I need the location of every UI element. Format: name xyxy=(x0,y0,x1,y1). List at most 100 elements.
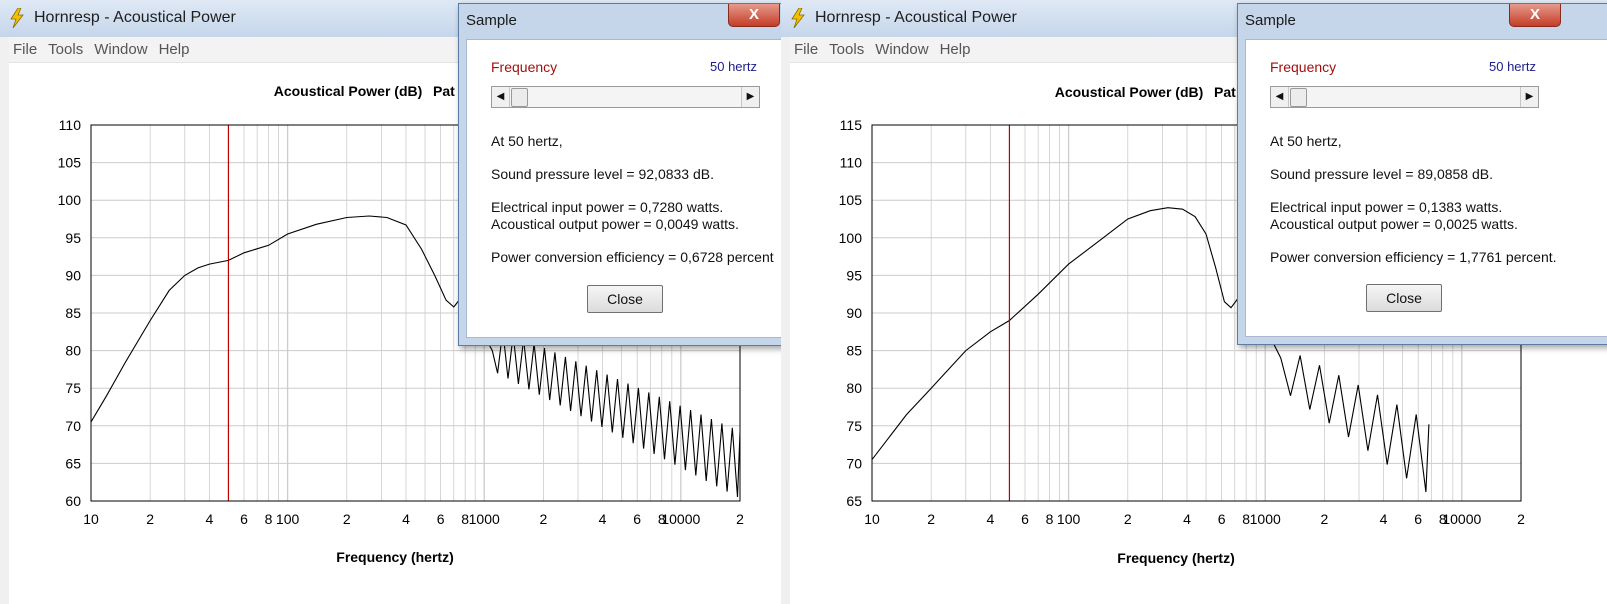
lightning-icon xyxy=(791,8,805,28)
frequency-slider[interactable]: ◀ ▶ xyxy=(491,86,760,108)
chart-title-cut: Pat xyxy=(433,83,455,99)
x-tick-label: 6 xyxy=(633,511,641,527)
x-tick-label: 4 xyxy=(1183,511,1191,527)
y-tick-label: 90 xyxy=(65,267,81,283)
x-tick-label: 2 xyxy=(539,511,547,527)
x-tick-label: 6 xyxy=(1218,511,1226,527)
x-tick-label: 2 xyxy=(343,511,351,527)
power-conversion-efficiency: Power conversion efficiency = 0,6728 per… xyxy=(491,249,774,265)
y-tick-label: 65 xyxy=(65,455,81,471)
chart-title-cut: Pat xyxy=(1214,84,1236,100)
x-tick-label: 100 xyxy=(276,511,300,527)
x-axis-label: Frequency (hertz) xyxy=(336,549,453,565)
y-tick-label: 75 xyxy=(65,380,81,396)
close-button[interactable]: Close xyxy=(1366,284,1442,312)
slider-thumb[interactable] xyxy=(1290,88,1307,107)
y-tick-label: 110 xyxy=(840,155,863,171)
y-tick-label: 60 xyxy=(65,493,81,509)
menu-help[interactable]: Help xyxy=(159,41,190,58)
dialog-title: Sample xyxy=(466,12,517,29)
x-tick-label: 2 xyxy=(927,511,935,527)
y-tick-label: 90 xyxy=(846,305,862,321)
y-tick-label: 105 xyxy=(839,192,863,208)
sample-dialog: Sample X Frequency 50 hertz ◀ ▶ At 50 he… xyxy=(458,3,781,346)
chart-title: Acoustical Power (dB) xyxy=(1055,84,1204,100)
result-heading: At 50 hertz, xyxy=(491,133,563,149)
arrow-right-icon[interactable]: ▶ xyxy=(741,87,759,107)
frequency-value: 50 hertz xyxy=(1489,59,1536,74)
x-tick-label: 10000 xyxy=(1442,511,1481,527)
menu-file[interactable]: File xyxy=(13,41,37,58)
electrical-input-power: Electrical input power = 0,1383 watts. xyxy=(1270,199,1503,215)
x-tick-label: 2 xyxy=(1517,511,1525,527)
x-tick-label: 2 xyxy=(146,511,154,527)
window-title: Hornresp - Acoustical Power xyxy=(815,9,1017,26)
electrical-input-power: Electrical input power = 0,7280 watts. xyxy=(491,199,724,215)
slider-thumb[interactable] xyxy=(511,88,528,107)
x-tick-label: 4 xyxy=(402,511,410,527)
x-tick-label: 4 xyxy=(599,511,607,527)
y-tick-label: 80 xyxy=(65,343,81,359)
dialog-body: Frequency 50 hertz ◀ ▶ At 50 hertz, Soun… xyxy=(1245,39,1607,337)
y-tick-label: 80 xyxy=(846,380,862,396)
x-tick-label: 4 xyxy=(205,511,213,527)
y-tick-label: 85 xyxy=(846,343,862,359)
x-tick-label: 1000 xyxy=(469,511,500,527)
power-conversion-efficiency: Power conversion efficiency = 1,7761 per… xyxy=(1270,249,1557,265)
hornresp-window-1: Hornresp - Acoustical Power File Tools Win… xyxy=(0,0,781,604)
y-tick-label: 70 xyxy=(65,418,81,434)
frequency-label: Frequency xyxy=(1270,59,1337,75)
x-tick-label: 4 xyxy=(1380,511,1388,527)
y-tick-label: 110 xyxy=(59,117,82,133)
x-tick-label: 6 xyxy=(1021,511,1029,527)
x-tick-label: 6 xyxy=(240,511,248,527)
hornresp-window-2: Hornresp - Acoustical Power File Tools Win… xyxy=(781,0,1607,604)
x-tick-label: 10000 xyxy=(661,511,700,527)
chart-title: Acoustical Power (dB) xyxy=(274,83,423,99)
x-tick-label: 4 xyxy=(986,511,994,527)
close-icon: X xyxy=(748,6,759,23)
arrow-right-icon[interactable]: ▶ xyxy=(1520,87,1538,107)
close-icon: X xyxy=(1529,6,1540,23)
menu-tools[interactable]: Tools xyxy=(829,41,864,58)
x-tick-label: 10 xyxy=(864,511,880,527)
y-tick-label: 65 xyxy=(846,493,862,509)
menu-window[interactable]: Window xyxy=(94,41,147,58)
sound-pressure-level: Sound pressure level = 92,0833 dB. xyxy=(491,166,714,182)
close-window-button[interactable]: X xyxy=(1509,4,1561,27)
acoustical-output-power: Acoustical output power = 0,0025 watts. xyxy=(1270,216,1518,232)
arrow-left-icon[interactable]: ◀ xyxy=(1271,87,1289,107)
dialog-body: Frequency 50 hertz ◀ ▶ At 50 hertz, Soun… xyxy=(466,39,781,338)
x-tick-label: 2 xyxy=(736,511,744,527)
menu-window[interactable]: Window xyxy=(875,41,928,58)
y-tick-label: 115 xyxy=(840,117,863,133)
x-tick-label: 6 xyxy=(1414,511,1422,527)
close-window-button[interactable]: X xyxy=(728,4,780,27)
sample-dialog: Sample X Frequency 50 hertz ◀ ▶ At 50 he… xyxy=(1237,3,1607,345)
x-tick-label: 100 xyxy=(1057,511,1081,527)
menu-file[interactable]: File xyxy=(794,41,818,58)
x-tick-label: 1000 xyxy=(1250,511,1281,527)
y-tick-label: 105 xyxy=(58,155,82,171)
menu-tools[interactable]: Tools xyxy=(48,41,83,58)
sound-pressure-level: Sound pressure level = 89,0858 dB. xyxy=(1270,166,1493,182)
x-tick-label: 8 xyxy=(1046,511,1054,527)
y-tick-label: 95 xyxy=(846,267,862,283)
x-tick-label: 10 xyxy=(83,511,99,527)
x-tick-label: 2 xyxy=(1320,511,1328,527)
window-title: Hornresp - Acoustical Power xyxy=(34,9,236,26)
arrow-left-icon[interactable]: ◀ xyxy=(492,87,510,107)
y-tick-label: 75 xyxy=(846,418,862,434)
dialog-title: Sample xyxy=(1245,12,1296,29)
x-axis-label: Frequency (hertz) xyxy=(1117,550,1234,566)
close-button[interactable]: Close xyxy=(587,285,663,313)
frequency-slider[interactable]: ◀ ▶ xyxy=(1270,86,1539,108)
y-tick-label: 85 xyxy=(65,305,81,321)
y-tick-label: 70 xyxy=(846,455,862,471)
frequency-label: Frequency xyxy=(491,59,558,75)
y-tick-label: 100 xyxy=(839,230,863,246)
menu-help[interactable]: Help xyxy=(940,41,971,58)
x-tick-label: 6 xyxy=(437,511,445,527)
lightning-icon xyxy=(10,8,24,28)
result-heading: At 50 hertz, xyxy=(1270,133,1342,149)
